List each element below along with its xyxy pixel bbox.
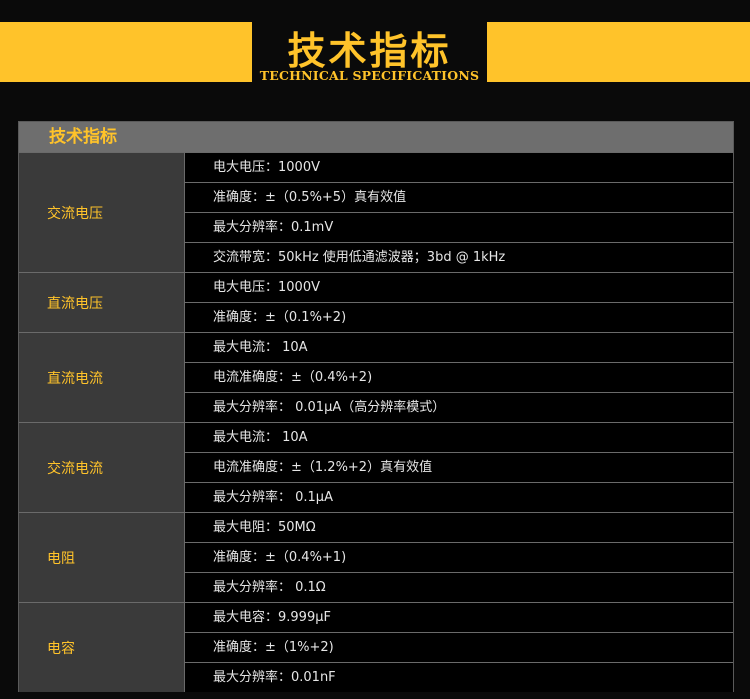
spec-row: 准确度：±（1%+2) [185, 632, 733, 662]
spec-row: 最大电流： 10A [185, 333, 733, 362]
spec-row: 电大电压：1000V [185, 153, 733, 182]
spec-row: 电流准确度：±（1.2%+2）真有效值 [185, 452, 733, 482]
spec-row: 最大电容：9.999μF [185, 603, 733, 632]
table-header: 技术指标 [19, 122, 733, 152]
banner-bar-left [0, 22, 252, 82]
spec-row: 最大分辨率： 0.1Ω [185, 572, 733, 602]
group-label: 直流电流 [19, 333, 185, 422]
spec-group-ac-voltage: 交流电压 电大电压：1000V 准确度：±（0.5%+5）真有效值 最大分辨率：… [19, 152, 733, 272]
group-label: 交流电压 [19, 153, 185, 272]
spec-table: 技术指标 交流电压 电大电压：1000V 准确度：±（0.5%+5）真有效值 最… [18, 121, 734, 692]
spec-group-resistance: 电阻 最大电阻：50MΩ 准确度：±（0.4%+1) 最大分辨率： 0.1Ω [19, 512, 733, 602]
group-label: 交流电流 [19, 423, 185, 512]
group-label: 电容 [19, 603, 185, 692]
spec-row: 最大分辨率：0.1mV [185, 212, 733, 242]
spec-row: 最大电流： 10A [185, 423, 733, 452]
banner-bar-right [487, 22, 750, 82]
spec-row: 准确度：±（0.5%+5）真有效值 [185, 182, 733, 212]
spec-row: 准确度：±（0.1%+2) [185, 302, 733, 332]
spec-group-dc-voltage: 直流电压 电大电压：1000V 准确度：±（0.1%+2) [19, 272, 733, 332]
banner-title: 技术指标 [287, 29, 452, 73]
spec-row: 电流准确度：±（0.4%+2) [185, 362, 733, 392]
spec-group-capacitance: 电容 最大电容：9.999μF 准确度：±（1%+2) 最大分辨率：0.01nF [19, 602, 733, 692]
spec-row: 准确度：±（0.4%+1) [185, 542, 733, 572]
title-banner: 技术指标 TECHNICAL SPECIFICATIONS [0, 0, 750, 100]
spec-row: 最大分辨率： 0.01μA（高分辨率模式） [185, 392, 733, 422]
spec-row: 交流带宽：50kHz 使用低通滤波器；3bd @ 1kHz [185, 242, 733, 272]
banner-subtitle: TECHNICAL SPECIFICATIONS [259, 68, 480, 83]
spec-group-ac-current: 交流电流 最大电流： 10A 电流准确度：±（1.2%+2）真有效值 最大分辨率… [19, 422, 733, 512]
spec-row: 最大分辨率：0.01nF [185, 662, 733, 692]
spec-group-dc-current: 直流电流 最大电流： 10A 电流准确度：±（0.4%+2) 最大分辨率： 0.… [19, 332, 733, 422]
spec-row: 最大分辨率： 0.1μA [185, 482, 733, 512]
spec-row: 最大电阻：50MΩ [185, 513, 733, 542]
group-label: 直流电压 [19, 273, 185, 332]
group-label: 电阻 [19, 513, 185, 602]
spec-row: 电大电压：1000V [185, 273, 733, 302]
